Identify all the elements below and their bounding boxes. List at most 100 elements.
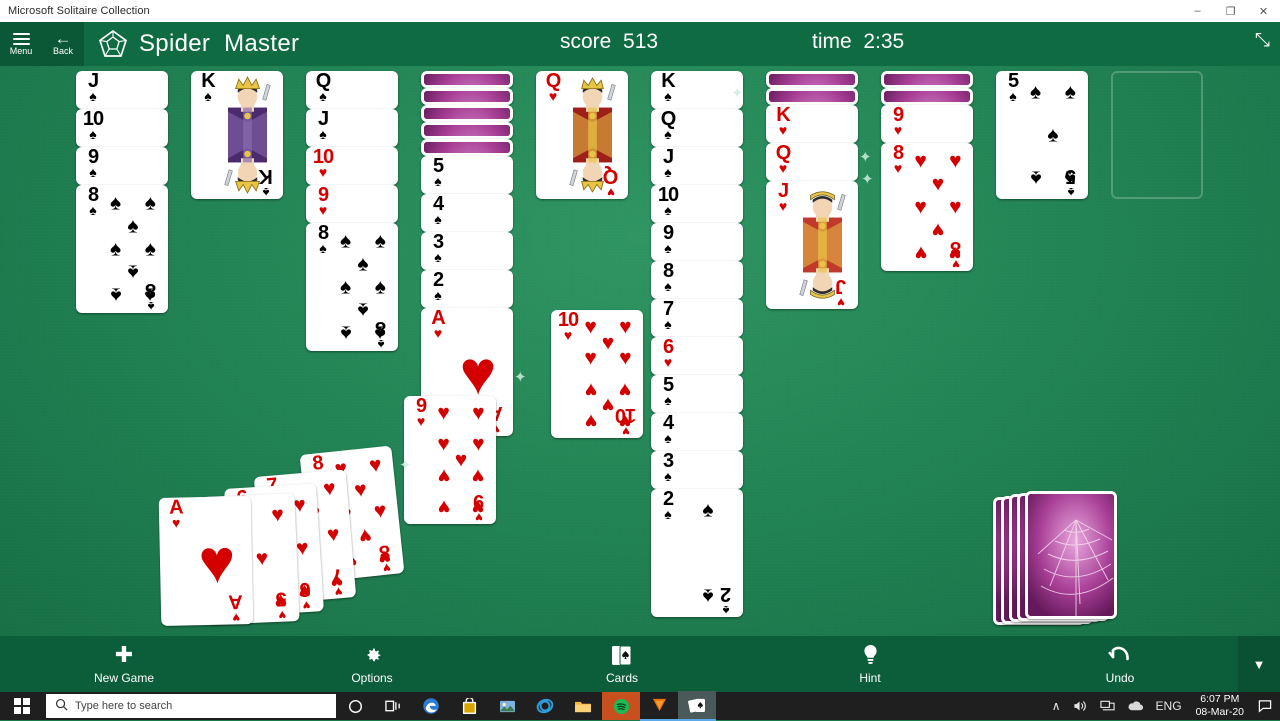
tableau-3-card-10-heart[interactable]: 10 ♥ [306, 147, 398, 185]
tableau-9-card-5-spade[interactable]: 5 ♠ ♠ ♠ ♠ ♠ ♠ 5 ♠ [996, 71, 1088, 199]
tableau-8-card-9-heart[interactable]: 9 ♥ [881, 105, 973, 143]
tableau-7-card-Q-heart[interactable]: Q ♥ [766, 143, 858, 181]
tableau-6-card-10-spade[interactable]: 10 ♠ [651, 185, 743, 223]
toolbar-collapse-chevron-icon[interactable]: ▼ [1238, 636, 1280, 692]
taskbar-item-file-explorer[interactable] [564, 692, 602, 720]
taskbar-item-solitaire-collection[interactable] [678, 691, 716, 721]
close-button[interactable]: ✕ [1247, 0, 1280, 22]
maximize-button[interactable]: ❐ [1214, 0, 1247, 22]
network-icon[interactable] [1094, 692, 1121, 720]
tableau-5-overflow-card-10-heart[interactable]: 10 ♥ ♥ ♥ ♥ ♥ ♥ ♥ ♥ ♥ ♥ ♥ 10 ♥ [551, 310, 643, 438]
tableau-6-card-2-spade[interactable]: 2 ♠ ♠ ♠ 2 ♠ [651, 489, 743, 617]
tableau-6-card-K-spade[interactable]: K ♠ [651, 71, 743, 109]
tableau-4-card-2-spade[interactable]: 2 ♠ [421, 270, 513, 308]
tableau-2-card-K-spade[interactable]: K ♠ K ♠ [191, 71, 283, 199]
new-game-button[interactable]: ✚ New Game [62, 636, 186, 692]
taskbar-item-vlc-media-player[interactable] [640, 691, 678, 721]
card-corner-top: Q ♥ [770, 143, 796, 175]
card-corner-top: 4 ♠ [425, 194, 451, 226]
tableau-5-card-Q-heart[interactable]: Q ♥ Q ♥ [536, 71, 628, 199]
windows-taskbar: Type here to search ∧ ENG 6:07 PM 08-Mar… [0, 691, 1280, 721]
game-board[interactable]: J ♠ 10 ♠ 9 ♠ 8 ♠ ♠♠♠♠♠♠♠♠ 8♠ K ♠ [0, 66, 1280, 636]
tableau-4-card-3-spade[interactable]: 3 ♠ [421, 232, 513, 270]
card-suit-icon: ♠ [664, 202, 672, 218]
card-corner-bottom: 9 ♥ [473, 490, 485, 524]
onedrive-cloud-icon[interactable] [1121, 692, 1150, 720]
tableau-3-card-J-spade[interactable]: J ♠ [306, 109, 398, 147]
card-corner-top: J ♠ [310, 109, 336, 141]
card-corner-top: 9 ♥ [885, 105, 911, 137]
system-tray: ∧ ENG 6:07 PM 08-Mar-20 [1046, 692, 1280, 720]
tableau-6-card-9-spade[interactable]: 9 ♠ [651, 223, 743, 261]
taskbar-item-photos[interactable] [488, 692, 526, 720]
tableau-10-empty[interactable] [1111, 71, 1203, 199]
tableau-6-card-8-spade[interactable]: 8 ♠ [651, 261, 743, 299]
tableau-4-card-4-spade[interactable]: 4 ♠ [421, 194, 513, 232]
taskbar-item-microsoft-edge[interactable] [412, 692, 450, 720]
search-input[interactable]: Type here to search [46, 694, 336, 718]
cards-button[interactable]: Cards [560, 636, 684, 692]
tableau-8-facedown-2[interactable] [881, 88, 973, 105]
taskbar-item-microsoft-store[interactable] [450, 692, 488, 720]
options-button[interactable]: Options [310, 636, 434, 692]
tableau-4-facedown-2[interactable] [421, 88, 513, 105]
tableau-4-card-5-spade[interactable]: 5 ♠ [421, 156, 513, 194]
taskbar-item-spotify[interactable] [602, 692, 640, 720]
minimize-button[interactable]: – [1181, 0, 1214, 22]
card-suit-icon: ♠ [664, 240, 672, 256]
time-display: time 2:35 [812, 30, 905, 53]
card-suit-icon: ♠ [664, 392, 672, 408]
tableau-6-card-7-spade[interactable]: 7 ♠ [651, 299, 743, 337]
start-button[interactable] [0, 692, 44, 720]
tableau-8-facedown-1[interactable] [881, 71, 973, 88]
card-corner-top: 10 ♥ [310, 147, 336, 179]
menu-button[interactable]: Menu [0, 22, 42, 66]
back-button[interactable]: ← Back [42, 22, 84, 66]
taskbar-item-cortana[interactable] [336, 692, 374, 720]
dealing-card-9-heart[interactable]: 9 ♥ ♥ ♥ ♥ ♥ ♥ ♥ ♥ ♥ ♥ 9 ♥ [404, 396, 496, 524]
tableau-4-facedown-1[interactable] [421, 71, 513, 88]
tableau-8-card-8-heart[interactable]: 8 ♥ ♥ ♥ ♥ ♥ ♥ ♥ ♥ ♥ 8 ♥ [881, 143, 973, 271]
tableau-1-card-10-spade[interactable]: 10 ♠ [76, 109, 168, 147]
tableau-6-card-5-spade[interactable]: 5 ♠ [651, 375, 743, 413]
card-suit-icon: ♠ [89, 88, 97, 104]
card-corner-top: 10 ♠ [80, 109, 106, 141]
tableau-6-card-Q-spade[interactable]: Q ♠ [651, 109, 743, 147]
back-button-label: Back [52, 46, 73, 56]
clock[interactable]: 6:07 PM 08-Mar-20 [1188, 692, 1252, 720]
tableau-6-card-J-spade[interactable]: J ♠ [651, 147, 743, 185]
tableau-1-card-8-spade[interactable]: 8 ♠ ♠ ♠ ♠ ♠ ♠ ♠ ♠ ♠ 8 ♠ [76, 185, 168, 313]
card-corner-bottom: A ♥ [228, 590, 243, 626]
tableau-7-facedown-1[interactable] [766, 71, 858, 88]
volume-icon[interactable] [1067, 692, 1094, 720]
card-suit-icon: ♥ [663, 354, 673, 370]
card-corner-top: 3 ♠ [425, 232, 451, 264]
taskbar-item-task-view[interactable] [374, 692, 412, 720]
card-suit-icon: ♥ [548, 88, 558, 104]
action-center-icon[interactable] [1252, 692, 1278, 720]
expand-icon[interactable]: ⤡ [1255, 30, 1270, 52]
tableau-7-facedown-2[interactable] [766, 88, 858, 105]
tableau-3-card-8-spade[interactable]: 8 ♠ ♠ ♠ ♠ ♠ ♠ ♠ ♠ ♠ 8 ♠ [306, 223, 398, 351]
tableau-7-card-J-heart[interactable]: J ♥ J ♥ [766, 181, 858, 309]
card-corner-bottom: 2 ♠ [720, 583, 732, 617]
stock-card-5[interactable] [1025, 491, 1117, 619]
taskbar-item-internet-explorer[interactable] [526, 692, 564, 720]
tableau-4-facedown-3[interactable] [421, 105, 513, 122]
new-game-label: New Game [93, 671, 155, 685]
dragged-card-A-heart[interactable]: A ♥ ♥ A ♥ [158, 496, 254, 626]
tableau-4-facedown-5[interactable] [421, 139, 513, 156]
show-hidden-icons-button[interactable]: ∧ [1046, 692, 1067, 720]
hint-button[interactable]: Hint [808, 636, 932, 692]
tableau-7-card-K-heart[interactable]: K ♥ [766, 105, 858, 143]
tableau-1-card-9-spade[interactable]: 9 ♠ [76, 147, 168, 185]
language-indicator[interactable]: ENG [1150, 692, 1188, 720]
tableau-1-card-J-spade[interactable]: J ♠ [76, 71, 168, 109]
tableau-3-card-9-heart[interactable]: 9 ♥ [306, 185, 398, 223]
tableau-3-card-Q-spade[interactable]: Q ♠ [306, 71, 398, 109]
tableau-6-card-3-spade[interactable]: 3 ♠ [651, 451, 743, 489]
tableau-4-facedown-4[interactable] [421, 122, 513, 139]
undo-button[interactable]: Undo [1058, 636, 1182, 692]
tableau-6-card-4-spade[interactable]: 4 ♠ [651, 413, 743, 451]
tableau-6-card-6-heart[interactable]: 6 ♥ [651, 337, 743, 375]
